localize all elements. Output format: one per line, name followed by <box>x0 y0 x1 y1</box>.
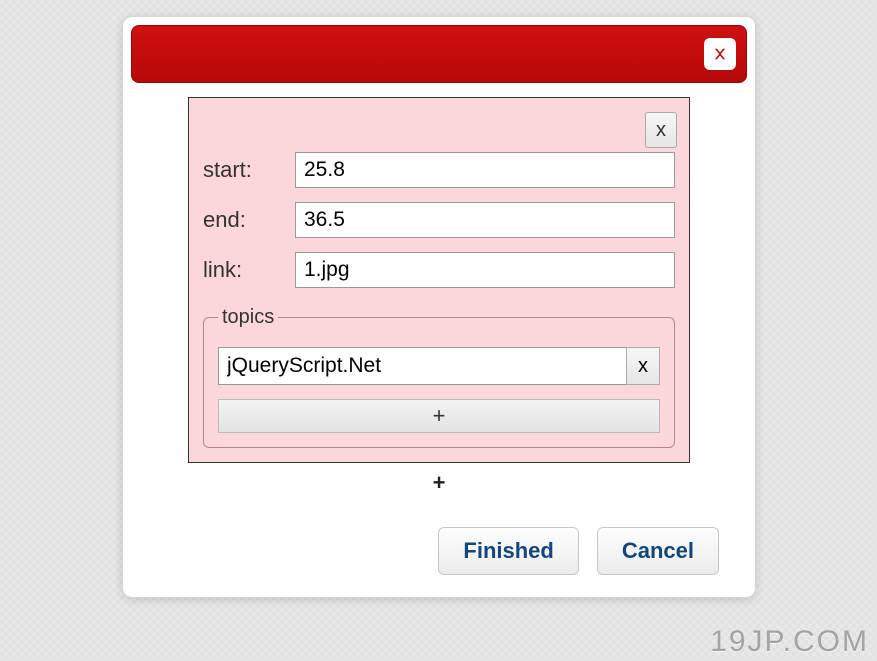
form-area: x start: end: link: topics x + <box>188 97 690 503</box>
add-group-button[interactable]: + <box>194 469 684 497</box>
start-input[interactable] <box>295 152 675 188</box>
finished-button[interactable]: Finished <box>438 527 578 575</box>
field-row-end: end: <box>203 202 675 238</box>
topic-row: x <box>218 347 660 385</box>
link-label: link: <box>203 257 295 283</box>
dialog-header <box>131 25 747 83</box>
add-group-strip: + <box>188 462 690 503</box>
dialog: x start: end: link: topics x + <box>122 16 756 598</box>
add-topic-button[interactable]: + <box>218 399 660 433</box>
end-input[interactable] <box>295 202 675 238</box>
dialog-buttons: Finished Cancel <box>131 503 747 583</box>
remove-topic-button[interactable]: x <box>626 347 660 385</box>
topic-input[interactable] <box>218 347 626 385</box>
topics-fieldset: topics x + <box>203 306 675 448</box>
field-row-start: start: <box>203 152 675 188</box>
form-group: x start: end: link: topics x + <box>188 97 690 463</box>
watermark-text: 19JP.COM <box>710 625 869 659</box>
link-input[interactable] <box>295 252 675 288</box>
dialog-close-button[interactable] <box>704 38 736 70</box>
cancel-button[interactable]: Cancel <box>597 527 719 575</box>
start-label: start: <box>203 157 295 183</box>
close-icon <box>711 45 729 63</box>
topics-legend: topics <box>218 306 278 329</box>
field-row-link: link: <box>203 252 675 288</box>
remove-group-button[interactable]: x <box>645 112 677 148</box>
end-label: end: <box>203 207 295 233</box>
